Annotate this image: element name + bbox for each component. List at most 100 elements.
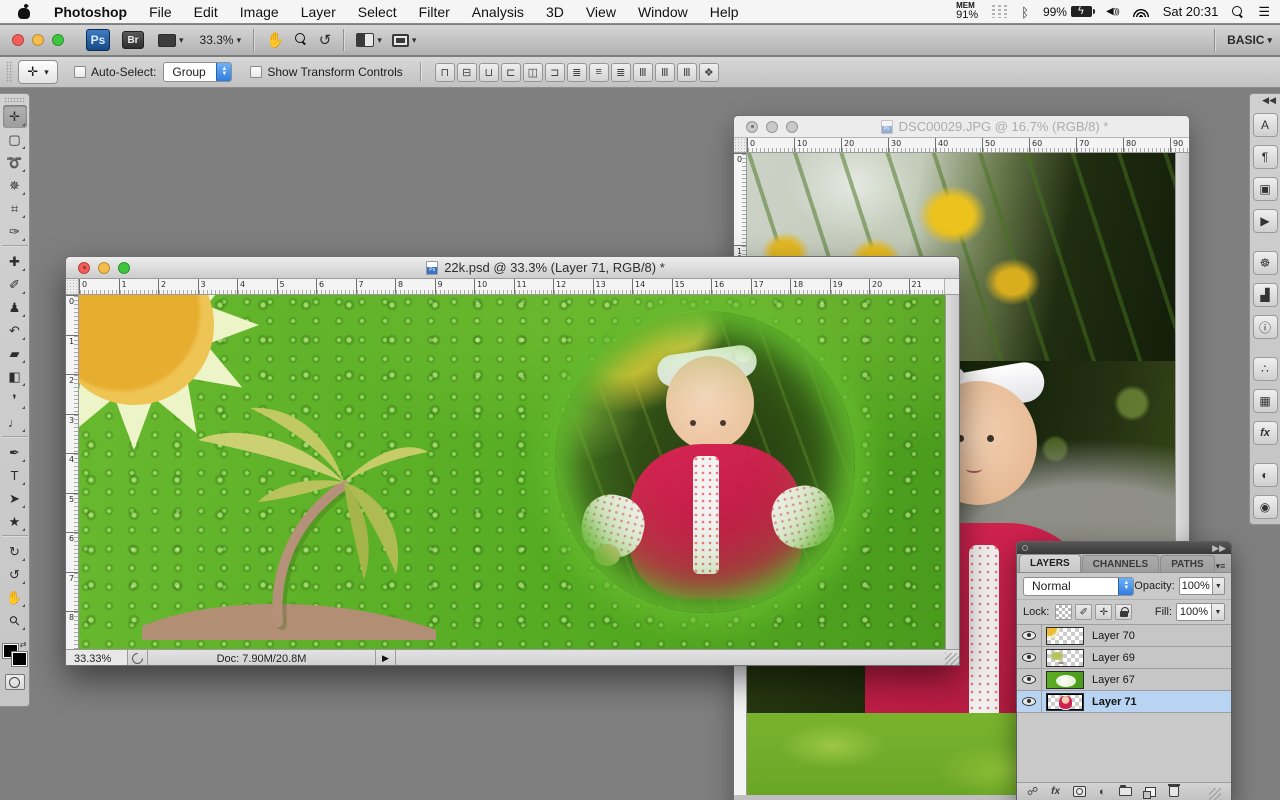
ruler-corner[interactable] [66, 279, 79, 294]
blend-mode-dropdown[interactable]: Normal ▲▼ [1023, 577, 1134, 596]
actions-panel[interactable]: ▶ [1253, 209, 1278, 233]
crop-tool[interactable]: ⌗ [3, 197, 27, 220]
align-left-edges-button[interactable]: ⊏ [501, 63, 521, 82]
lock-position-button[interactable]: ✛ [1095, 604, 1112, 620]
layer-row-67[interactable]: Layer 67 [1017, 669, 1231, 691]
blur-tool[interactable]: ❜ [3, 388, 27, 411]
doc-size-readout[interactable]: Doc: 7.90M/20.8M [148, 650, 376, 666]
hand-tool[interactable]: ✋ [3, 586, 27, 609]
workspace-switcher[interactable]: BASIC ▾ [1202, 29, 1272, 51]
spotlight-search-icon[interactable] [1232, 6, 1244, 18]
align-bottom-edges-button[interactable]: ⊔ [479, 63, 499, 82]
clone-source-panel[interactable]: ▣ [1253, 177, 1278, 201]
view-extras-button[interactable]: ▾ [158, 34, 184, 47]
tab-paths[interactable]: PATHS [1160, 555, 1214, 572]
move-tool[interactable]: ✛ [3, 105, 27, 128]
collapse-to-icons-button[interactable]: ▶▶ [1212, 543, 1226, 553]
menu-item-photoshop[interactable]: Photoshop [43, 4, 138, 20]
document-window-22k-psd[interactable]: 22k.psd @ 33.3% (Layer 71, RGB/8) * 0123… [65, 256, 960, 666]
visibility-toggle[interactable] [1017, 625, 1042, 646]
notification-center-icon[interactable] [1258, 3, 1270, 20]
paint-bucket-tool[interactable]: ◧ [3, 365, 27, 388]
menu-item[interactable]: Window [627, 4, 699, 20]
menu-item[interactable]: Filter [408, 4, 461, 20]
vertical-scrollbar[interactable] [945, 295, 960, 649]
launch-bridge-button[interactable]: Br [122, 31, 144, 49]
zoom-window-button[interactable] [786, 121, 798, 133]
zoom-window-button[interactable] [52, 34, 64, 46]
layer-thumbnail[interactable] [1046, 649, 1084, 667]
panel-menu-icon[interactable]: ▾≡ [1216, 561, 1230, 572]
panel-resize-grip[interactable] [1209, 788, 1221, 800]
paragraph-panel[interactable]: ¶ [1253, 145, 1278, 169]
memory-status[interactable]: MEM 91% [956, 2, 978, 21]
expand-panels-button[interactable]: ◀◀ [1250, 94, 1280, 107]
3d-rotate-tool[interactable]: ↻ [3, 540, 27, 563]
close-button[interactable] [746, 121, 758, 133]
layer-style-icon[interactable]: fx [1051, 786, 1060, 797]
apple-menu-icon[interactable] [18, 5, 31, 19]
zoom-tool[interactable]: ⚲ [3, 609, 27, 632]
histogram-panel[interactable]: ▟ [1253, 283, 1278, 307]
styles-panel[interactable]: fx [1253, 421, 1278, 445]
add-layer-mask-icon[interactable] [1073, 786, 1086, 797]
new-group-icon[interactable] [1119, 787, 1132, 796]
background-color-swatch[interactable] [12, 652, 27, 666]
arrange-documents-button[interactable]: ▾ [356, 33, 382, 47]
auto-select-dropdown[interactable]: Group ▲▼ [163, 62, 232, 82]
history-brush-tool[interactable]: ↶ [3, 319, 27, 342]
close-button[interactable] [12, 34, 24, 46]
tab-channels[interactable]: CHANNELS [1082, 555, 1160, 572]
swatches-panel[interactable]: ▦ [1253, 389, 1278, 413]
dodge-tool[interactable]: ♩ [3, 411, 27, 434]
window-titlebar[interactable]: 22k.psd @ 33.3% (Layer 71, RGB/8) * [66, 257, 959, 279]
align-vertical-centers-button[interactable]: ⊟ [457, 63, 477, 82]
app-switcher-icon[interactable] [992, 5, 1007, 18]
align-top-edges-button[interactable]: ⊓ [435, 63, 455, 82]
status-icon[interactable] [128, 650, 148, 666]
layer-row-70[interactable]: Layer 70 [1017, 625, 1231, 647]
distribute-bottom-edges-button[interactable]: ≣ [611, 63, 631, 82]
opacity-dropdown[interactable]: ▼ [1213, 577, 1225, 595]
bluetooth-icon[interactable] [1021, 4, 1029, 20]
navigator-panel[interactable]: ☸ [1253, 251, 1278, 275]
zoom-tool-button[interactable] [295, 33, 309, 47]
zoom-field[interactable]: 33.33% [66, 650, 128, 666]
fill-field[interactable]: 100% [1176, 603, 1212, 621]
menu-item[interactable]: Layer [290, 4, 347, 20]
menu-item[interactable]: Analysis [461, 4, 535, 20]
swap-colors-icon[interactable]: ⇄ [20, 640, 27, 649]
adjustment-layer-icon[interactable]: ◐ [1099, 786, 1106, 798]
distribute-left-edges-button[interactable]: Ⅲ [633, 63, 653, 82]
visibility-toggle[interactable] [1017, 691, 1042, 712]
battery-status[interactable]: 99% [1043, 5, 1092, 19]
quick-selection-tool[interactable]: ✵ [3, 174, 27, 197]
eyedropper-tool[interactable]: ✑ [3, 220, 27, 243]
ruler-corner[interactable] [734, 138, 747, 152]
visibility-toggle[interactable] [1017, 669, 1042, 690]
close-button[interactable] [78, 262, 90, 274]
distribute-vertical-centers-button[interactable]: ≡ [589, 63, 609, 82]
menu-item[interactable]: Edit [183, 4, 229, 20]
show-transform-controls-checkbox[interactable] [250, 66, 262, 78]
lock-pixels-button[interactable]: ✐ [1075, 604, 1092, 620]
3d-orbit-tool[interactable]: ↺ [3, 563, 27, 586]
tab-layers[interactable]: LAYERS [1019, 554, 1081, 572]
lock-transparency-button[interactable] [1055, 604, 1072, 620]
auto-align-layers-button[interactable]: ❖ [699, 63, 719, 82]
window-titlebar[interactable]: DSC00029.JPG @ 16.7% (RGB/8) * [734, 116, 1189, 138]
brush-tool[interactable]: ✐ [3, 273, 27, 296]
menu-item[interactable]: Help [699, 4, 750, 20]
distribute-top-edges-button[interactable]: ≣ [567, 63, 587, 82]
minimize-button[interactable] [766, 121, 778, 133]
opacity-field[interactable]: 100% [1179, 577, 1213, 595]
panel-drag-bar[interactable]: ▶▶ [1017, 542, 1231, 554]
menu-item[interactable]: File [138, 4, 183, 20]
color-panel[interactable]: ∴ [1253, 357, 1278, 381]
path-selection-tool[interactable]: ➤ [3, 487, 27, 510]
volume-icon[interactable] [1106, 6, 1119, 17]
rectangular-marquee-tool[interactable]: ▢ [3, 128, 27, 151]
status-flyout-button[interactable]: ▶ [376, 650, 396, 666]
tool-preset-picker[interactable]: ✛ ▾ [18, 60, 58, 84]
align-horizontal-centers-button[interactable]: ◫ [523, 63, 543, 82]
